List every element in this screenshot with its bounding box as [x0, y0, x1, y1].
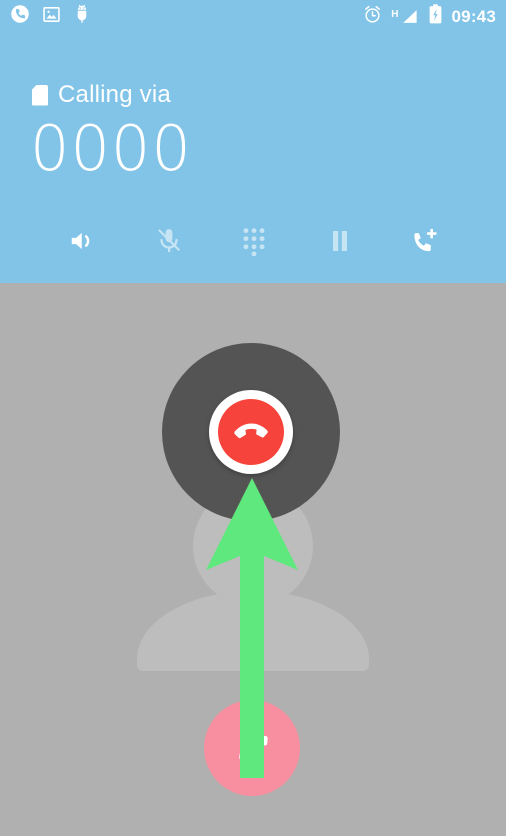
phone-number: 0000: [30, 112, 192, 185]
speaker-button[interactable]: [52, 212, 114, 274]
end-call-handset-icon: [232, 411, 270, 454]
pause-icon: [328, 227, 352, 260]
dialpad-icon: [240, 226, 268, 261]
calling-via-row: Calling via: [32, 83, 171, 107]
end-call-button-inner: [218, 399, 284, 465]
phone-call-screen: Calling via 0000 H 09:43: [0, 0, 506, 836]
speaker-icon: [68, 226, 98, 261]
screenshot-image-icon: [42, 5, 61, 29]
signal-bars-icon: H: [391, 7, 418, 26]
avatar-body: [137, 591, 369, 671]
android-debug-icon: [73, 4, 91, 29]
status-bar: H 09:43: [0, 0, 506, 33]
handset-icon: [232, 726, 272, 771]
call-header-panel: Calling via 0000: [0, 0, 506, 283]
dialpad-button[interactable]: [223, 212, 285, 274]
add-call-button[interactable]: [394, 212, 456, 274]
active-call-icon: [10, 4, 30, 29]
answer-call-button[interactable]: [204, 700, 300, 796]
calling-via-label: Calling via: [58, 81, 171, 108]
status-bar-clock: 09:43: [451, 7, 496, 26]
mute-button[interactable]: [138, 212, 200, 274]
call-action-row: [52, 212, 456, 274]
network-type-label: H: [391, 9, 399, 20]
end-call-button[interactable]: [209, 390, 293, 474]
status-bar-right-icons: H 09:43: [354, 4, 496, 29]
sim-card-icon: [32, 84, 48, 106]
call-body: [0, 283, 506, 836]
status-bar-left-icons: [10, 4, 103, 29]
hold-button[interactable]: [309, 212, 371, 274]
add-call-icon: [410, 226, 440, 261]
battery-charging-icon: [428, 4, 443, 29]
mic-off-icon: [154, 226, 184, 261]
alarm-clock-icon: [363, 5, 382, 29]
